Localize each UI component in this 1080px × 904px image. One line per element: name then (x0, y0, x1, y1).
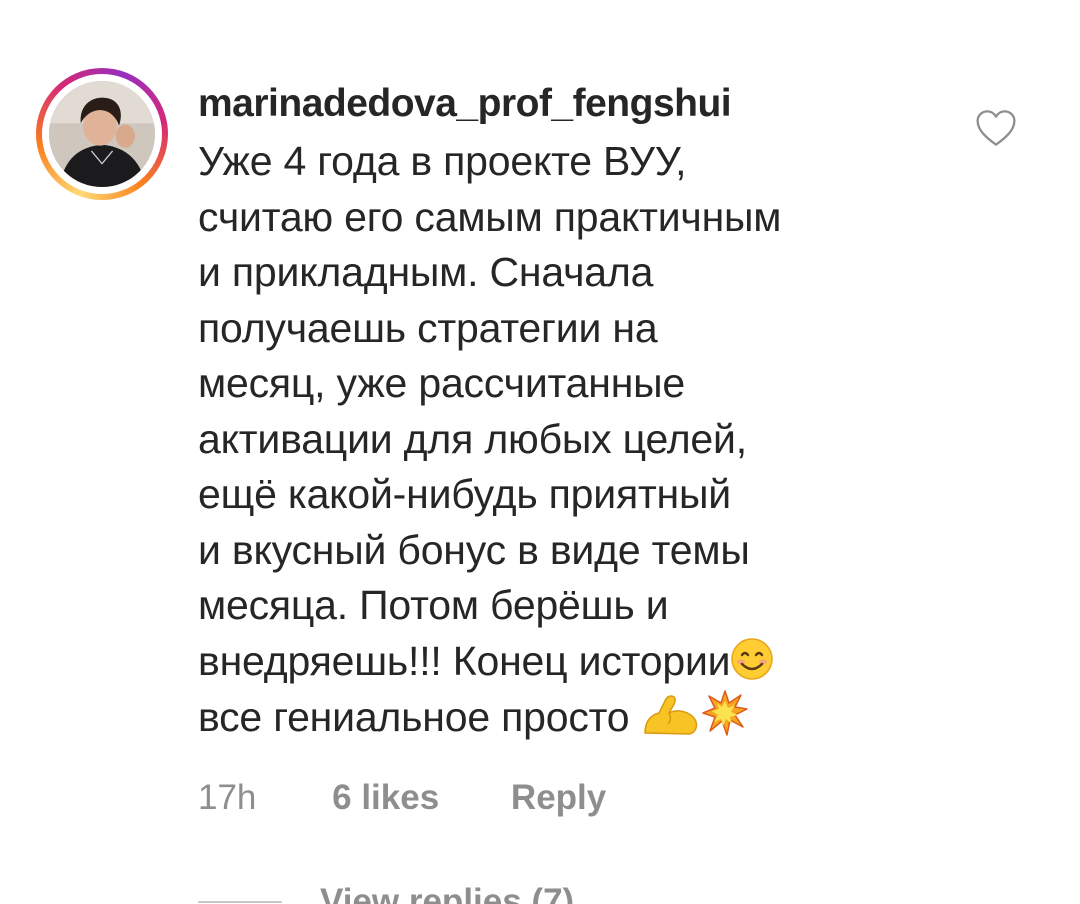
comment-meta: 17h 6 likes Reply (198, 778, 606, 818)
comment-line: внедряешь!!! Конец истории (198, 637, 731, 684)
comment-line: все гениальное просто (198, 694, 630, 740)
flexed-biceps-emoji (641, 691, 701, 737)
reply-button[interactable]: Reply (511, 778, 606, 818)
comment-text: Уже 4 года в проекте ВУУ, считаю его сам… (198, 134, 958, 746)
comment-line: и вкусный бонус в виде темы (198, 526, 750, 573)
collision-emoji (701, 689, 749, 737)
likes-count-link[interactable]: 6 likes (332, 778, 439, 818)
comment-line: месяца. Потом берёшь и (198, 582, 669, 628)
smiling-face-emoji (730, 637, 774, 681)
comment-username[interactable]: marinadedova_prof_fengshui (198, 82, 732, 126)
comment-line: месяц, уже рассчитанные (198, 360, 686, 406)
view-replies-button[interactable]: View replies (7) (198, 882, 574, 904)
view-replies-label: View replies (7) (320, 882, 575, 904)
comment-line: и прикладным. Сначала (198, 249, 654, 295)
divider (198, 901, 282, 903)
comment-line: считаю его самым практичным (198, 193, 782, 240)
heart-outline-icon[interactable] (975, 108, 1017, 148)
story-ring[interactable] (36, 68, 168, 200)
comment-line: Уже 4 года в проекте ВУУ, (198, 138, 687, 184)
comment-line: активации для любых целей, (198, 415, 747, 462)
comment-line: получаешь стратегии на (198, 304, 658, 351)
comment-timestamp: 17h (198, 778, 257, 817)
comment-line: ещё какой-нибудь приятный (198, 471, 731, 517)
avatar-photo (49, 81, 155, 187)
avatar[interactable] (49, 81, 155, 187)
comment-screen: marinadedova_prof_fengshui Уже 4 года в … (0, 0, 1080, 904)
